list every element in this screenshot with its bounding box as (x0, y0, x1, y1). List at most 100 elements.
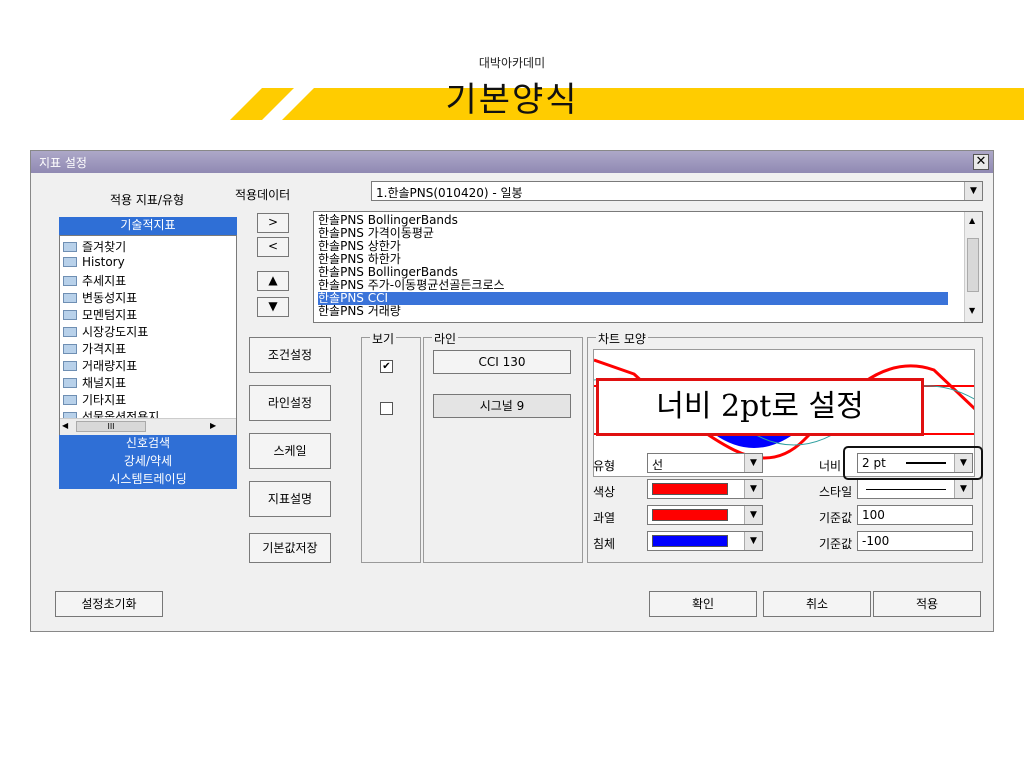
type-label: 유형 (593, 459, 616, 473)
overheat-swatch (652, 509, 728, 521)
data-value: 1.한솔PNS(010420) - 일봉 (376, 186, 523, 200)
reset-settings-button[interactable]: 설정초기화 (55, 591, 163, 617)
folder-icon (63, 310, 77, 320)
scroll-thumb-horizontal[interactable]: III (76, 421, 146, 432)
base2-value: -100 (862, 534, 890, 548)
tree-item-volatility[interactable]: 변동성지표 (63, 289, 137, 306)
line-button-signal[interactable]: 시그널 9 (433, 394, 571, 418)
folder-icon (63, 344, 77, 354)
width-highlight-box (843, 446, 983, 480)
folder-icon (63, 276, 77, 286)
close-button[interactable]: ✕ (973, 154, 989, 170)
chevron-down-icon[interactable]: ▼ (744, 532, 762, 550)
chart-legend: 차트 모양 (596, 330, 648, 347)
base1-value: 100 (862, 508, 885, 522)
folder-icon (63, 327, 77, 337)
line-group: 라인 CCI 130 시그널 9 (423, 330, 583, 563)
scale-button[interactable]: 스케일 (249, 433, 331, 469)
slide-subtitle: 대박아카데미 (478, 56, 546, 70)
view-legend: 보기 (370, 330, 397, 347)
tree-item-other[interactable]: 기타지표 (63, 391, 126, 408)
sink-color-select[interactable]: ▼ (647, 531, 763, 551)
overheat-label: 과열 (593, 511, 616, 525)
tree-item-channel[interactable]: 채널지표 (63, 374, 126, 391)
line-legend: 라인 (432, 330, 459, 347)
dialog-title: 지표 설정 (39, 156, 87, 170)
view-checkbox-cci[interactable]: ✔ (380, 360, 393, 373)
folder-icon (63, 257, 77, 267)
ok-button[interactable]: 확인 (649, 591, 757, 617)
slide: 대박아카데미 기본양식 지표 설정 ✕ 적용 지표/유형 기술적지표 즐겨찾기 … (0, 0, 1024, 768)
applied-list-scrollbar[interactable]: ▲ ▼ (964, 212, 982, 322)
annotation-callout: 너비 2pt로 설정 (596, 378, 924, 436)
move-down-button[interactable]: ▼ (257, 297, 289, 317)
view-checkbox-signal[interactable] (380, 402, 393, 415)
data-select[interactable]: 1.한솔PNS(010420) - 일봉 ▼ (371, 181, 983, 201)
base2-label: 기준값 (819, 537, 853, 551)
list-item[interactable]: 한솔PNS 상한가 (318, 240, 948, 253)
slide-title: 기본양식 (445, 80, 579, 120)
tree-item-volume[interactable]: 거래량지표 (63, 357, 137, 374)
tab-technical-indicators[interactable]: 기술적지표 (59, 217, 237, 235)
tree-item-history[interactable]: History (63, 255, 125, 272)
color-swatch (652, 483, 728, 495)
tab-system-trading[interactable]: 시스템트레이딩 (59, 471, 237, 489)
indicator-heading: 적용 지표/유형 (109, 193, 185, 207)
list-item[interactable]: 한솔PNS 가격이동평균 (318, 227, 948, 240)
indicator-description-button[interactable]: 지표설명 (249, 481, 331, 517)
base1-input[interactable]: 100 (857, 505, 973, 525)
chevron-down-icon[interactable]: ▼ (954, 480, 972, 498)
move-up-button[interactable]: ▲ (257, 271, 289, 291)
type-select[interactable]: 선 ▼ (647, 453, 763, 473)
list-item[interactable]: 한솔PNS 주가-이동평균선골든크로스 (318, 279, 948, 292)
folder-icon (63, 293, 77, 303)
applied-indicator-list[interactable]: 한솔PNS BollingerBands 한솔PNS 가격이동평균 한솔PNS … (313, 211, 983, 323)
folder-icon (63, 361, 77, 371)
scroll-up-icon[interactable]: ▲ (969, 216, 975, 225)
color-select[interactable]: ▼ (647, 479, 763, 499)
add-indicator-button[interactable]: > (257, 213, 289, 233)
scroll-thumb[interactable] (967, 238, 979, 292)
data-label: 적용데이터 (235, 188, 291, 202)
scroll-right-icon[interactable]: ▶ (210, 421, 216, 430)
remove-indicator-button[interactable]: < (257, 237, 289, 257)
close-icon: ✕ (975, 154, 987, 169)
list-item-selected[interactable]: 한솔PNS CCI (318, 292, 948, 305)
chevron-down-icon[interactable]: ▼ (744, 454, 762, 472)
condition-settings-button[interactable]: 조건설정 (249, 337, 331, 373)
tree-item-price[interactable]: 가격지표 (63, 340, 126, 357)
line-button-cci[interactable]: CCI 130 (433, 350, 571, 374)
scroll-left-icon[interactable]: ◀ (62, 421, 68, 430)
line-settings-button[interactable]: 라인설정 (249, 385, 331, 421)
tree-item-favorites[interactable]: 즐겨찾기 (63, 238, 126, 255)
view-group: 보기 ✔ (361, 330, 421, 563)
tree-horizontal-scrollbar[interactable]: ◀ III ▶ (60, 418, 236, 435)
tree-item-momentum[interactable]: 모멘텀지표 (63, 306, 137, 323)
tree-item-trend[interactable]: 추세지표 (63, 272, 126, 289)
type-value: 선 (652, 458, 664, 472)
chevron-down-icon[interactable]: ▼ (744, 480, 762, 498)
color-label: 색상 (593, 485, 616, 499)
dialog-titlebar[interactable]: 지표 설정 ✕ (31, 151, 993, 173)
style-label: 스타일 (819, 485, 853, 499)
base1-label: 기준값 (819, 511, 853, 525)
style-line-sample (866, 489, 946, 490)
scroll-down-icon[interactable]: ▼ (969, 306, 975, 315)
cancel-button[interactable]: 취소 (763, 591, 871, 617)
overheat-color-select[interactable]: ▼ (647, 505, 763, 525)
style-select[interactable]: ▼ (857, 479, 973, 499)
chevron-down-icon[interactable]: ▼ (964, 182, 982, 200)
base2-input[interactable]: -100 (857, 531, 973, 551)
folder-icon (63, 378, 77, 388)
tab-strong-weak[interactable]: 강세/약세 (59, 453, 237, 471)
tree-item-market-strength[interactable]: 시장강도지표 (63, 323, 148, 340)
apply-button[interactable]: 적용 (873, 591, 981, 617)
chevron-down-icon[interactable]: ▼ (744, 506, 762, 524)
check-icon: ✔ (382, 361, 391, 372)
tab-signal-search[interactable]: 신호검색 (59, 435, 237, 453)
folder-icon (63, 242, 77, 252)
folder-icon (63, 395, 77, 405)
sink-label: 침체 (593, 537, 616, 551)
list-item[interactable]: 한솔PNS 거래량 (318, 305, 948, 318)
save-defaults-button[interactable]: 기본값저장 (249, 533, 331, 563)
